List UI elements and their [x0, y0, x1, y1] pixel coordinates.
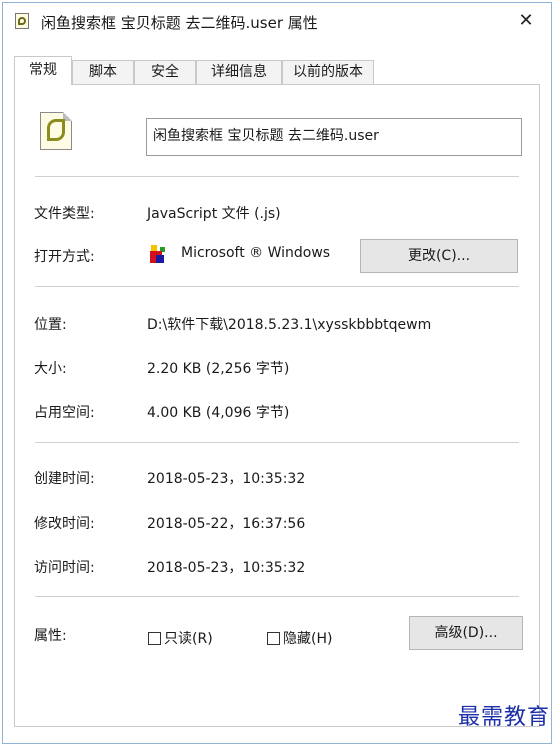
hidden-label: 隐藏(H) [283, 631, 333, 647]
readonly-label: 只读(R) [164, 631, 213, 647]
file-type-label: 文件类型: [34, 206, 95, 222]
tab-security[interactable]: 安全 [134, 60, 196, 84]
size-value: 2.20 KB (2,256 字节) [147, 361, 290, 377]
accessed-value: 2018-05-23，10:35:32 [147, 560, 306, 576]
opens-with-label: 打开方式: [34, 249, 95, 265]
location-value: D:\软件下载\2018.5.23.1\xysskbbbtqewm [147, 317, 432, 333]
opens-with-value: Microsoft ® Windows [181, 245, 331, 261]
general-panel: 闲鱼搜索框 宝贝标题 去二维码.user 文件类型: JavaScript 文件… [14, 84, 540, 727]
scroll-icon [47, 119, 65, 141]
file-type-value: JavaScript 文件 (.js) [147, 206, 281, 222]
divider [35, 596, 519, 597]
windows-app-icon [148, 243, 166, 265]
modified-value: 2018-05-22，16:37:56 [147, 516, 306, 532]
watermark-text: 最需教育 [457, 705, 550, 730]
created-value: 2018-05-23，10:35:32 [147, 471, 306, 487]
script-file-icon [15, 13, 29, 29]
title-bar[interactable]: 闲鱼搜索框 宝贝标题 去二维码.user 属性 ✕ [3, 3, 551, 39]
location-label: 位置: [34, 317, 67, 333]
close-button[interactable]: ✕ [511, 7, 541, 35]
script-file-icon [40, 112, 72, 150]
tab-previous-versions[interactable]: 以前的版本 [282, 60, 374, 84]
accessed-label: 访问时间: [34, 560, 95, 576]
file-name-input[interactable]: 闲鱼搜索框 宝贝标题 去二维码.user [146, 118, 522, 156]
checkbox-box[interactable] [267, 632, 280, 645]
advanced-button[interactable]: 高级(D)... [409, 616, 523, 650]
size-on-disk-value: 4.00 KB (4,096 字节) [147, 405, 290, 421]
size-label: 大小: [34, 361, 67, 377]
attributes-label: 属性: [34, 628, 67, 644]
tab-general[interactable]: 常规 [14, 56, 72, 85]
window-title: 闲鱼搜索框 宝贝标题 去二维码.user 属性 [41, 14, 318, 32]
size-on-disk-label: 占用空间: [34, 405, 95, 421]
divider [35, 286, 519, 287]
created-label: 创建时间: [34, 471, 95, 487]
hidden-checkbox[interactable]: 隐藏(H) [267, 628, 332, 648]
divider [35, 442, 519, 443]
tab-details[interactable]: 详细信息 [196, 60, 282, 84]
change-button[interactable]: 更改(C)... [360, 239, 518, 273]
properties-dialog: 闲鱼搜索框 宝贝标题 去二维码.user 属性 ✕ 常规 脚本 安全 详细信息 … [2, 2, 552, 744]
divider [35, 176, 519, 177]
tab-script[interactable]: 脚本 [72, 60, 134, 84]
checkbox-box[interactable] [148, 632, 161, 645]
modified-label: 修改时间: [34, 516, 95, 532]
readonly-checkbox[interactable]: 只读(R) [148, 628, 213, 648]
